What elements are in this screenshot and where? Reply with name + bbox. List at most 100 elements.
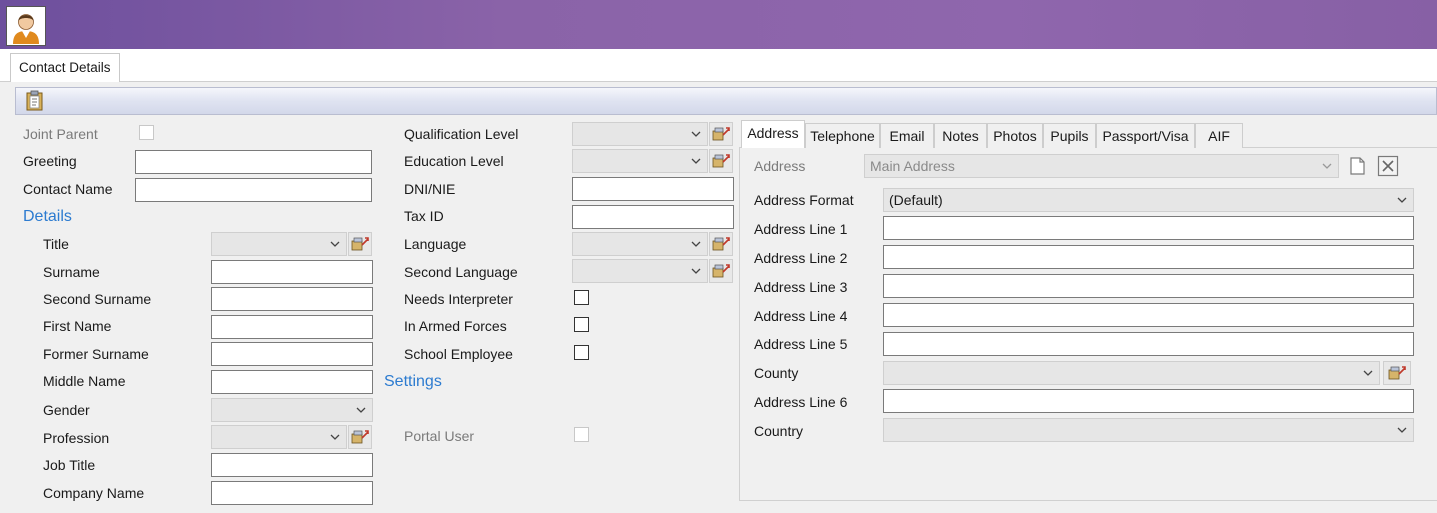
address-line-2-field[interactable] xyxy=(883,245,1414,269)
chevron-down-icon xyxy=(691,268,701,274)
chevron-down-icon xyxy=(691,241,701,247)
second-language-label: Second Language xyxy=(404,264,518,280)
tab-telephone[interactable]: Telephone xyxy=(805,123,880,148)
portal-user-checkbox[interactable] xyxy=(574,427,589,442)
needs-interpreter-label: Needs Interpreter xyxy=(404,291,513,307)
in-armed-forces-checkbox[interactable] xyxy=(574,317,589,332)
address-line-3-label: Address Line 3 xyxy=(754,279,848,295)
address-line-6-label: Address Line 6 xyxy=(754,394,848,410)
portal-user-label: Portal User xyxy=(404,428,475,444)
tab-photos[interactable]: Photos xyxy=(987,123,1043,148)
dni-nie-field[interactable] xyxy=(572,177,734,201)
first-name-field[interactable] xyxy=(211,315,373,339)
address-line-5-field[interactable] xyxy=(883,332,1414,356)
company-name-label: Company Name xyxy=(43,485,145,501)
job-title-field[interactable] xyxy=(211,453,373,477)
user-avatar-icon[interactable] xyxy=(6,6,46,46)
address-line-5-label: Address Line 5 xyxy=(754,336,848,352)
tax-id-field[interactable] xyxy=(572,205,734,229)
delete-icon[interactable] xyxy=(1377,155,1399,177)
language-lookup-icon[interactable] xyxy=(709,232,733,256)
gender-select[interactable] xyxy=(211,398,373,422)
title-label: Title xyxy=(43,236,69,252)
country-label: Country xyxy=(754,423,804,439)
language-label: Language xyxy=(404,236,467,252)
tab-address[interactable]: Address xyxy=(741,120,805,148)
county-lookup-icon[interactable] xyxy=(1383,361,1411,385)
joint-parent-label: Joint Parent xyxy=(23,126,98,142)
profession-select[interactable] xyxy=(211,425,347,449)
title-select[interactable] xyxy=(211,232,347,256)
address-select-value: Main Address xyxy=(870,158,955,174)
chevron-down-icon xyxy=(691,158,701,164)
chevron-down-icon xyxy=(1397,427,1407,433)
tab-notes[interactable]: Notes xyxy=(934,123,987,148)
new-document-icon[interactable] xyxy=(1346,155,1368,177)
contact-name-field[interactable] xyxy=(135,178,372,202)
tab-strip xyxy=(0,49,1437,82)
address-select[interactable]: Main Address xyxy=(864,154,1339,178)
gender-label: Gender xyxy=(43,402,90,418)
address-format-select[interactable]: (Default) xyxy=(883,188,1414,212)
second-language-lookup-icon[interactable] xyxy=(709,259,733,283)
address-label: Address xyxy=(754,158,806,174)
chevron-down-icon xyxy=(1397,197,1407,203)
chevron-down-icon xyxy=(1322,163,1332,169)
country-select[interactable] xyxy=(883,418,1414,442)
title-lookup-icon[interactable] xyxy=(348,232,372,256)
header-bar xyxy=(0,0,1437,49)
address-format-label: Address Format xyxy=(754,192,854,208)
address-line-1-field[interactable] xyxy=(883,216,1414,240)
tab-aif[interactable]: AIF xyxy=(1195,123,1243,148)
contact-name-label: Contact Name xyxy=(23,181,113,197)
address-line-6-field[interactable] xyxy=(883,389,1414,413)
middle-name-field[interactable] xyxy=(211,370,373,394)
second-language-select[interactable] xyxy=(572,259,708,283)
job-title-label: Job Title xyxy=(43,457,96,473)
second-surname-label: Second Surname xyxy=(43,291,152,307)
chevron-down-icon xyxy=(1363,370,1373,376)
education-level-select[interactable] xyxy=(572,149,708,173)
tab-passport-visa[interactable]: Passport/Visa xyxy=(1096,123,1195,148)
surname-label: Surname xyxy=(43,264,100,280)
school-employee-label: School Employee xyxy=(404,346,513,362)
tab-contact-details[interactable]: Contact Details xyxy=(10,53,120,82)
first-name-label: First Name xyxy=(43,318,112,334)
school-employee-checkbox[interactable] xyxy=(574,345,589,360)
greeting-label: Greeting xyxy=(23,153,77,169)
surname-field[interactable] xyxy=(211,260,373,284)
chevron-down-icon xyxy=(691,131,701,137)
county-select[interactable] xyxy=(883,361,1380,385)
middle-name-label: Middle Name xyxy=(43,373,126,389)
joint-parent-checkbox[interactable] xyxy=(139,125,154,140)
county-label: County xyxy=(754,365,799,381)
language-select[interactable] xyxy=(572,232,708,256)
education-lookup-icon[interactable] xyxy=(709,149,733,173)
address-line-4-label: Address Line 4 xyxy=(754,308,848,324)
qualification-level-select[interactable] xyxy=(572,122,708,146)
chevron-down-icon xyxy=(330,434,340,440)
address-line-3-field[interactable] xyxy=(883,274,1414,298)
greeting-field[interactable] xyxy=(135,150,372,174)
profession-lookup-icon[interactable] xyxy=(348,425,372,449)
needs-interpreter-checkbox[interactable] xyxy=(574,290,589,305)
former-surname-field[interactable] xyxy=(211,342,373,366)
tax-id-label: Tax ID xyxy=(404,208,444,224)
tab-pupils[interactable]: Pupils xyxy=(1043,123,1096,148)
company-name-field[interactable] xyxy=(211,481,373,505)
details-heading: Details xyxy=(23,208,72,225)
clipboard-icon[interactable] xyxy=(24,90,46,112)
settings-heading: Settings xyxy=(384,373,442,390)
tab-email[interactable]: Email xyxy=(880,123,934,148)
address-line-4-field[interactable] xyxy=(883,303,1414,327)
former-surname-label: Former Surname xyxy=(43,346,149,362)
qualification-lookup-icon[interactable] xyxy=(709,122,733,146)
chevron-down-icon xyxy=(356,407,366,413)
qualification-level-label: Qualification Level xyxy=(404,126,519,142)
profession-label: Profession xyxy=(43,430,110,446)
toolbar xyxy=(15,87,1437,115)
address-format-value: (Default) xyxy=(889,192,943,208)
address-line-2-label: Address Line 2 xyxy=(754,250,848,266)
in-armed-forces-label: In Armed Forces xyxy=(404,318,507,334)
second-surname-field[interactable] xyxy=(211,287,373,311)
